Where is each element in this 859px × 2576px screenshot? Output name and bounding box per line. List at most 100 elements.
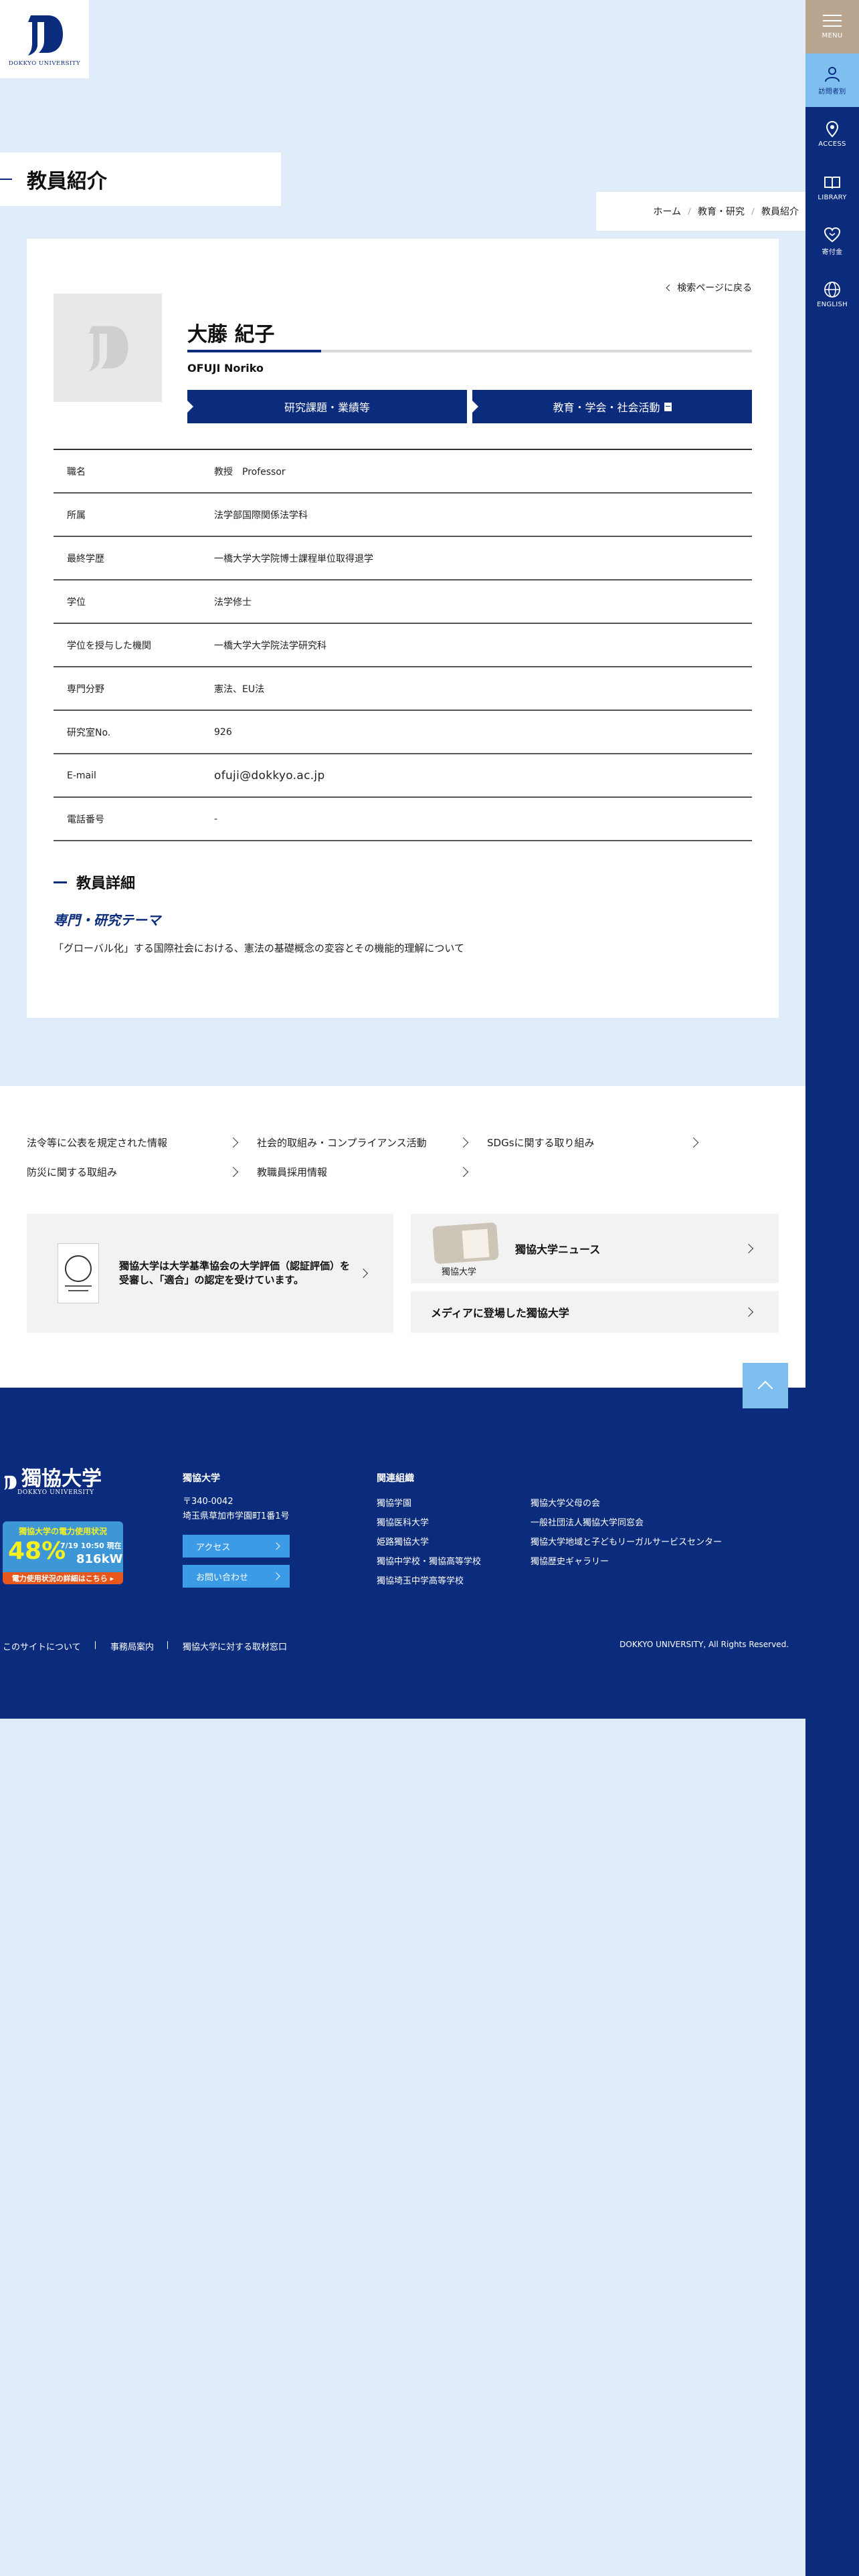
university-logo[interactable]: DOKKYO UNIVERSITY [0,0,89,78]
related-link[interactable]: 獨協中学校・獨協高等学校 [377,1554,481,1567]
link-label: 防災に関する取組み [27,1166,118,1178]
table-row: 研究室No. 926 [54,711,752,754]
row-label: 学位 [67,597,86,608]
hamburger-icon [823,14,842,27]
breadcrumb-education[interactable]: 教育・研究 [698,205,745,218]
chevron-right-icon [688,1137,699,1148]
access-button[interactable]: ACCESS [805,107,859,160]
footer-related-title: 関連組織 [377,1473,414,1484]
table-row: 最終学歴 一橋大学大学院博士課程単位取得退学 [54,537,752,580]
education-activities-button[interactable]: 教育・学会・社会活動 [472,390,752,423]
table-row: E-mail ofuji@dokkyo.ac.jp [54,754,752,798]
breadcrumb-separator [688,208,691,215]
link-label: 社会的取組み・コンプライアンス活動 [257,1136,427,1149]
menu-label: MENU [822,31,843,39]
footer-logo[interactable]: 獨協大学 DOKKYO UNIVERSITY [3,1469,102,1496]
chevron-right-icon [272,1572,280,1580]
pdf-icon [664,402,672,411]
about-site-link[interactable]: このサイトについて [3,1640,81,1652]
faculty-photo-placeholder [54,294,162,402]
heart-icon [824,227,841,242]
heading-dash [54,881,67,883]
row-label: 学位を授与した機関 [67,640,151,651]
press-contact-link[interactable]: 獨協大学に対する取材窓口 [183,1640,287,1652]
office-guide-link[interactable]: 事務局案内 [110,1640,154,1652]
library-button[interactable]: LIBRARY [805,160,859,214]
access-footer-button[interactable]: アクセス [183,1535,290,1558]
accreditation-text: 獨協大学は大学基準協会の大学評価（認証評価）を 受審し、「適合」の認定を受けてい… [119,1260,351,1286]
row-label: E-mail [67,770,96,781]
breadcrumb-home[interactable]: ホーム [653,205,681,218]
power-percent: 48% [8,1537,66,1565]
university-news-banner[interactable]: 獨協大学 獨協大学ニュース [411,1214,779,1283]
breadcrumb-current: 教員紹介 [761,207,799,217]
row-value: 法学部国際関係法学科 [214,510,308,521]
power-usage-widget[interactable]: 獨協大学の電力使用状況 48% 7/19 10:50 現在 816kW 電力使用… [3,1521,123,1584]
related-link[interactable]: 獨協医科大学 [377,1515,429,1528]
news-image: 獨協大学 [428,1222,502,1277]
contact-footer-label: お問い合わせ [196,1572,249,1583]
related-link[interactable]: 姫路獨協大学 [377,1535,429,1547]
related-link[interactable]: 獨協埼玉中学高等学校 [377,1574,464,1586]
back-to-search-link[interactable]: 検索ページに戻る [666,281,752,294]
related-link[interactable]: 獨協歴史ギャラリー [531,1554,609,1567]
row-label: 所属 [67,510,86,521]
related-link[interactable]: 獨協大学父母の会 [531,1496,600,1509]
research-topic-text: 「グローバル化」する国際社会における、憲法の基礎概念の変容とその機能的理解につい… [54,942,464,954]
research-button-label: 研究課題・業績等 [284,401,370,414]
accreditation-banner[interactable]: 獨協大学は大学基準協会の大学評価（認証評価）を 受審し、「適合」の認定を受けてい… [27,1214,393,1333]
recruitment-link[interactable]: 教職員採用情報 [257,1160,471,1184]
power-detail-link: 電力使用状況の詳細はこちら ▸ [3,1572,123,1584]
legal-disclosure-link[interactable]: 法令等に公表を規定された情報 [27,1130,241,1154]
chevron-right-icon [272,1542,280,1550]
related-link[interactable]: 獨協大学地域と子どもリーガルサービスセンター [531,1535,722,1547]
map-pin-icon [826,120,839,137]
triangle-icon [187,401,193,413]
chevron-right-icon [743,1307,754,1317]
page-heading: 教員紹介 [0,152,281,206]
access-label: ACCESS [818,140,846,148]
faculty-name: 大藤 紀子 [187,323,275,346]
compliance-link[interactable]: 社会的取組み・コンプライアンス活動 [257,1130,471,1154]
related-link[interactable]: 獨協学園 [377,1496,411,1509]
page-top-button[interactable] [743,1363,788,1408]
donation-button[interactable]: 寄付金 [805,214,859,267]
row-value: 926 [214,726,232,738]
triangle-icon [472,401,478,413]
chevron-right-icon [743,1243,754,1254]
news-title: 獨協大学ニュース [515,1243,601,1256]
email-value[interactable]: ofuji@dokkyo.ac.jp [214,769,325,782]
link-label: 法令等に公表を規定された情報 [27,1136,168,1149]
row-value: 一橋大学大学院法学研究科 [214,640,326,651]
chevron-right-icon [227,1166,239,1177]
logo-text: DOKKYO UNIVERSITY [8,60,81,67]
link-label: SDGsに関する取り組み [487,1136,595,1149]
power-kw: 816kW [76,1552,123,1566]
site-footer: 獨協大学 DOKKYO UNIVERSITY 獨協大学の電力使用状況 48% 7… [0,1388,805,1719]
side-rail: MENU 訪問者別 ACCESS LIBRARY 寄付金 ENGLISH [805,0,859,2576]
back-link-label: 検索ページに戻る [677,283,752,294]
row-value: 法学修士 [214,597,252,608]
table-row: 学位を授与した機関 一橋大学大学院法学研究科 [54,624,752,667]
faculty-name-roman: OFUJI Noriko [187,362,264,374]
research-achievements-button[interactable]: 研究課題・業績等 [187,390,467,423]
row-label: 最終学歴 [67,553,104,564]
page-title: 教員紹介 [27,170,107,193]
sdgs-link[interactable]: SDGsに関する取り組み [487,1130,701,1154]
contact-footer-button[interactable]: お問い合わせ [183,1565,290,1588]
accreditation-badge [58,1243,99,1303]
menu-button[interactable]: MENU [805,0,859,53]
media-appearances-banner[interactable]: メディアに登場した獨協大学 [411,1291,779,1333]
media-title: メディアに登場した獨協大学 [431,1307,569,1319]
english-button[interactable]: ENGLISH [805,267,859,321]
row-value: 教授 Professor [214,466,286,477]
power-title: 獨協大学の電力使用状況 [18,1527,107,1536]
footer-logo-en: DOKKYO UNIVERSITY [17,1489,94,1496]
chevron-right-icon [227,1137,239,1148]
disaster-prevention-link[interactable]: 防災に関する取組み [27,1160,241,1184]
table-row: 学位 法学修士 [54,580,752,624]
visitor-button[interactable]: 訪問者別 [805,53,859,107]
footer-separator [95,1641,96,1649]
row-label: 専門分野 [67,683,104,695]
related-link[interactable]: 一般社団法人獨協大学同窓会 [531,1515,644,1528]
